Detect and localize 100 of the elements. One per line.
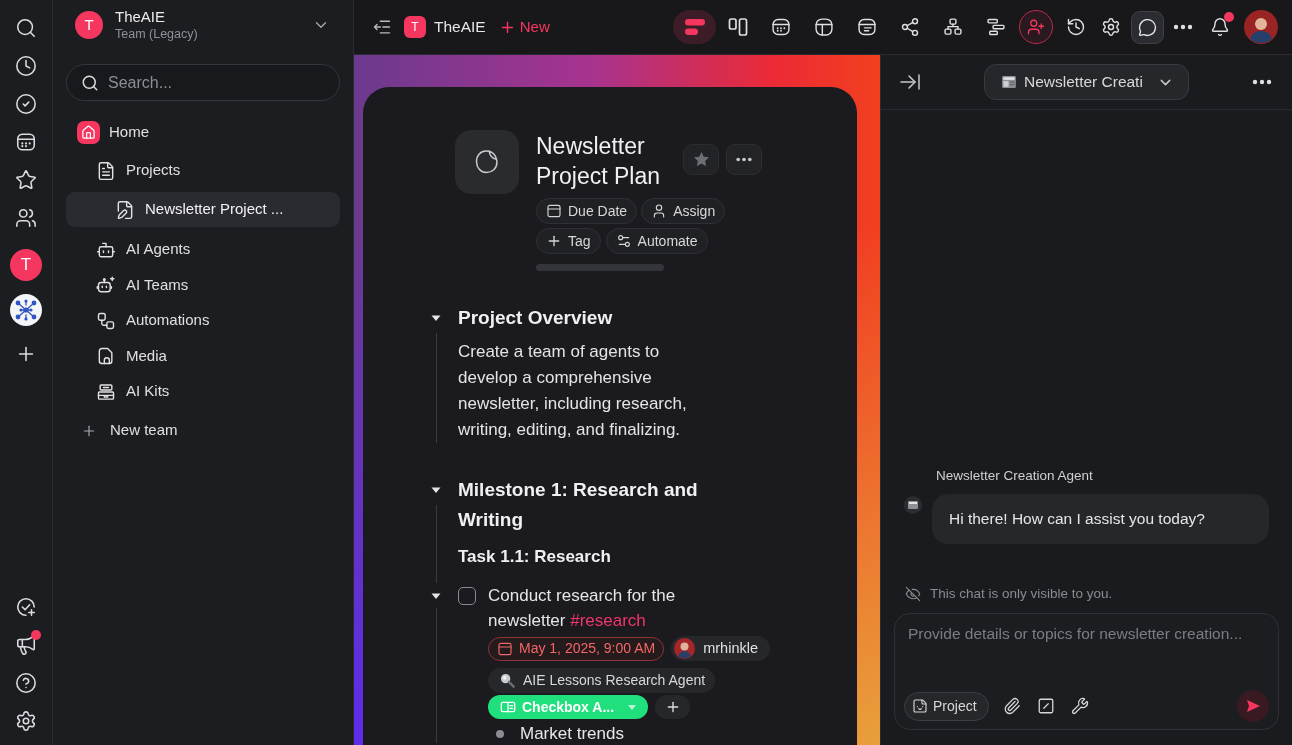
caret-icon[interactable] bbox=[431, 485, 441, 495]
eye-off-icon bbox=[905, 585, 921, 602]
slash-icon[interactable] bbox=[1036, 697, 1055, 715]
section-heading: Project Overview bbox=[458, 306, 614, 330]
user-avatar-icon[interactable] bbox=[1244, 10, 1278, 44]
table-icon bbox=[813, 17, 834, 37]
sidebar-item[interactable]: Media bbox=[66, 338, 340, 374]
sidebar-item[interactable]: AI Agents bbox=[66, 232, 340, 267]
team-name: TheAIE bbox=[115, 8, 167, 26]
columns-icon bbox=[727, 17, 748, 37]
plus-icon bbox=[546, 233, 562, 249]
due-date-chip[interactable]: May 1, 2025, 9:00 AM bbox=[488, 636, 665, 661]
avatar-icon bbox=[674, 638, 696, 659]
sticker-icon bbox=[912, 698, 928, 714]
agent-chip[interactable]: AIE Lessons Research Agent bbox=[488, 668, 716, 693]
user-plus-icon bbox=[1027, 18, 1045, 36]
project-button[interactable]: Project bbox=[904, 691, 989, 721]
sidebar-item[interactable]: Newsletter Project ... bbox=[66, 192, 340, 227]
sidebar-item[interactable]: AI Teams bbox=[66, 267, 340, 303]
automate-button[interactable]: Automate bbox=[605, 228, 708, 254]
media-file-icon bbox=[96, 346, 116, 366]
history-icon[interactable] bbox=[1066, 17, 1086, 37]
message-author: Newsletter Creation Agent bbox=[936, 466, 1094, 485]
bars-icon bbox=[684, 19, 705, 35]
document-icon bbox=[96, 160, 116, 181]
search-field[interactable]: Search... bbox=[66, 64, 340, 101]
workspace-name[interactable]: TheAIE bbox=[434, 15, 486, 39]
hashtag-link[interactable]: #research bbox=[570, 611, 646, 630]
more-button[interactable] bbox=[726, 144, 762, 175]
assignee-chip[interactable]: mrhinkle bbox=[671, 636, 770, 661]
add-member-button[interactable] bbox=[1019, 10, 1053, 44]
house-icon bbox=[77, 121, 100, 144]
share-nodes-icon bbox=[899, 17, 920, 37]
chat-bubble-icon bbox=[1138, 17, 1157, 37]
sticker-icon[interactable] bbox=[455, 130, 519, 194]
bell-icon[interactable] bbox=[1210, 17, 1230, 37]
clock-icon[interactable] bbox=[15, 55, 37, 77]
more-icon bbox=[735, 157, 753, 162]
due-date-button[interactable]: Due Date bbox=[536, 198, 638, 224]
search-input[interactable]: Search... bbox=[108, 70, 325, 95]
robot-sparkle-icon bbox=[96, 275, 116, 295]
message-input[interactable]: Provide details or topics for newsletter creation... bbox=[895, 614, 1278, 690]
section-text: Create a team of agents to develop a comprehensive newsletter, including research, writing, editing, and finalizing. bbox=[458, 341, 688, 441]
star-button[interactable] bbox=[683, 144, 719, 175]
form-icon bbox=[856, 17, 877, 37]
send-button[interactable] bbox=[1237, 690, 1269, 722]
sidebar-item[interactable]: Automations bbox=[66, 303, 340, 338]
bullet-text: Market trends bbox=[520, 725, 624, 743]
task-text: Conduct research for the newsletter #research bbox=[488, 585, 677, 632]
check-circle-icon[interactable] bbox=[15, 93, 37, 115]
new-button[interactable]: New bbox=[498, 15, 550, 39]
network-icon[interactable] bbox=[10, 294, 42, 326]
bullet-icon bbox=[496, 730, 504, 738]
calendar-icon[interactable] bbox=[15, 131, 37, 153]
magnifier-icon bbox=[500, 673, 515, 688]
task-heading: Task 1.1: Research bbox=[458, 546, 612, 568]
sidebar-item[interactable]: AI Kits bbox=[66, 374, 340, 409]
section-heading: Milestone 1: Research and Writing bbox=[458, 478, 699, 532]
help-icon[interactable] bbox=[15, 672, 37, 694]
gantt-icon bbox=[985, 17, 1006, 37]
file-edit-icon bbox=[115, 199, 135, 220]
checkbox[interactable] bbox=[458, 586, 476, 605]
caret-icon[interactable] bbox=[431, 313, 441, 323]
calendar-icon bbox=[546, 203, 562, 219]
megaphone-icon[interactable] bbox=[15, 634, 37, 656]
calendar-icon bbox=[497, 640, 513, 657]
assign-button[interactable]: Assign bbox=[641, 198, 726, 224]
agent-avatar-icon bbox=[904, 495, 922, 514]
send-icon bbox=[1246, 700, 1260, 712]
workflow-icon bbox=[96, 310, 116, 331]
settings-icon[interactable] bbox=[1101, 17, 1121, 37]
sidebar-item[interactable]: Home bbox=[66, 115, 340, 150]
team-avatar[interactable]: T bbox=[75, 11, 103, 39]
chat-button[interactable] bbox=[1131, 10, 1164, 44]
caret-icon bbox=[628, 704, 637, 710]
more-icon[interactable] bbox=[1252, 79, 1272, 85]
check-plus-icon[interactable] bbox=[15, 596, 37, 618]
team-plan: Team (Legacy) bbox=[115, 26, 198, 42]
search-icon[interactable] bbox=[15, 17, 37, 39]
team-avatar[interactable]: T bbox=[10, 249, 42, 281]
more-icon[interactable] bbox=[1173, 24, 1193, 30]
sidebar-item[interactable]: Projects bbox=[66, 153, 340, 188]
tag-button[interactable]: Tag bbox=[536, 228, 601, 254]
settings-icon[interactable] bbox=[15, 710, 37, 732]
paperclip-icon[interactable] bbox=[1002, 697, 1021, 715]
star-icon[interactable] bbox=[15, 169, 37, 191]
workspace-avatar[interactable]: T bbox=[404, 16, 426, 38]
add-button[interactable] bbox=[655, 695, 691, 719]
calendar-icon bbox=[770, 17, 791, 37]
composer-field[interactable]: Provide details or topics for newsletter creation... Project bbox=[894, 613, 1279, 730]
agent-dropdown[interactable]: Newsletter Creati bbox=[984, 64, 1189, 100]
users-icon[interactable] bbox=[15, 207, 37, 229]
sliders-icon bbox=[615, 233, 632, 249]
new-team-button[interactable]: New team bbox=[66, 413, 340, 448]
newspaper-icon bbox=[1002, 76, 1016, 88]
wrench-icon[interactable] bbox=[1070, 697, 1089, 715]
card-icon bbox=[500, 699, 516, 715]
search-icon bbox=[81, 73, 99, 92]
collapse-sidebar-icon[interactable] bbox=[372, 17, 392, 37]
message-bubble: Hi there! How can I assist you today? bbox=[932, 493, 1269, 544]
